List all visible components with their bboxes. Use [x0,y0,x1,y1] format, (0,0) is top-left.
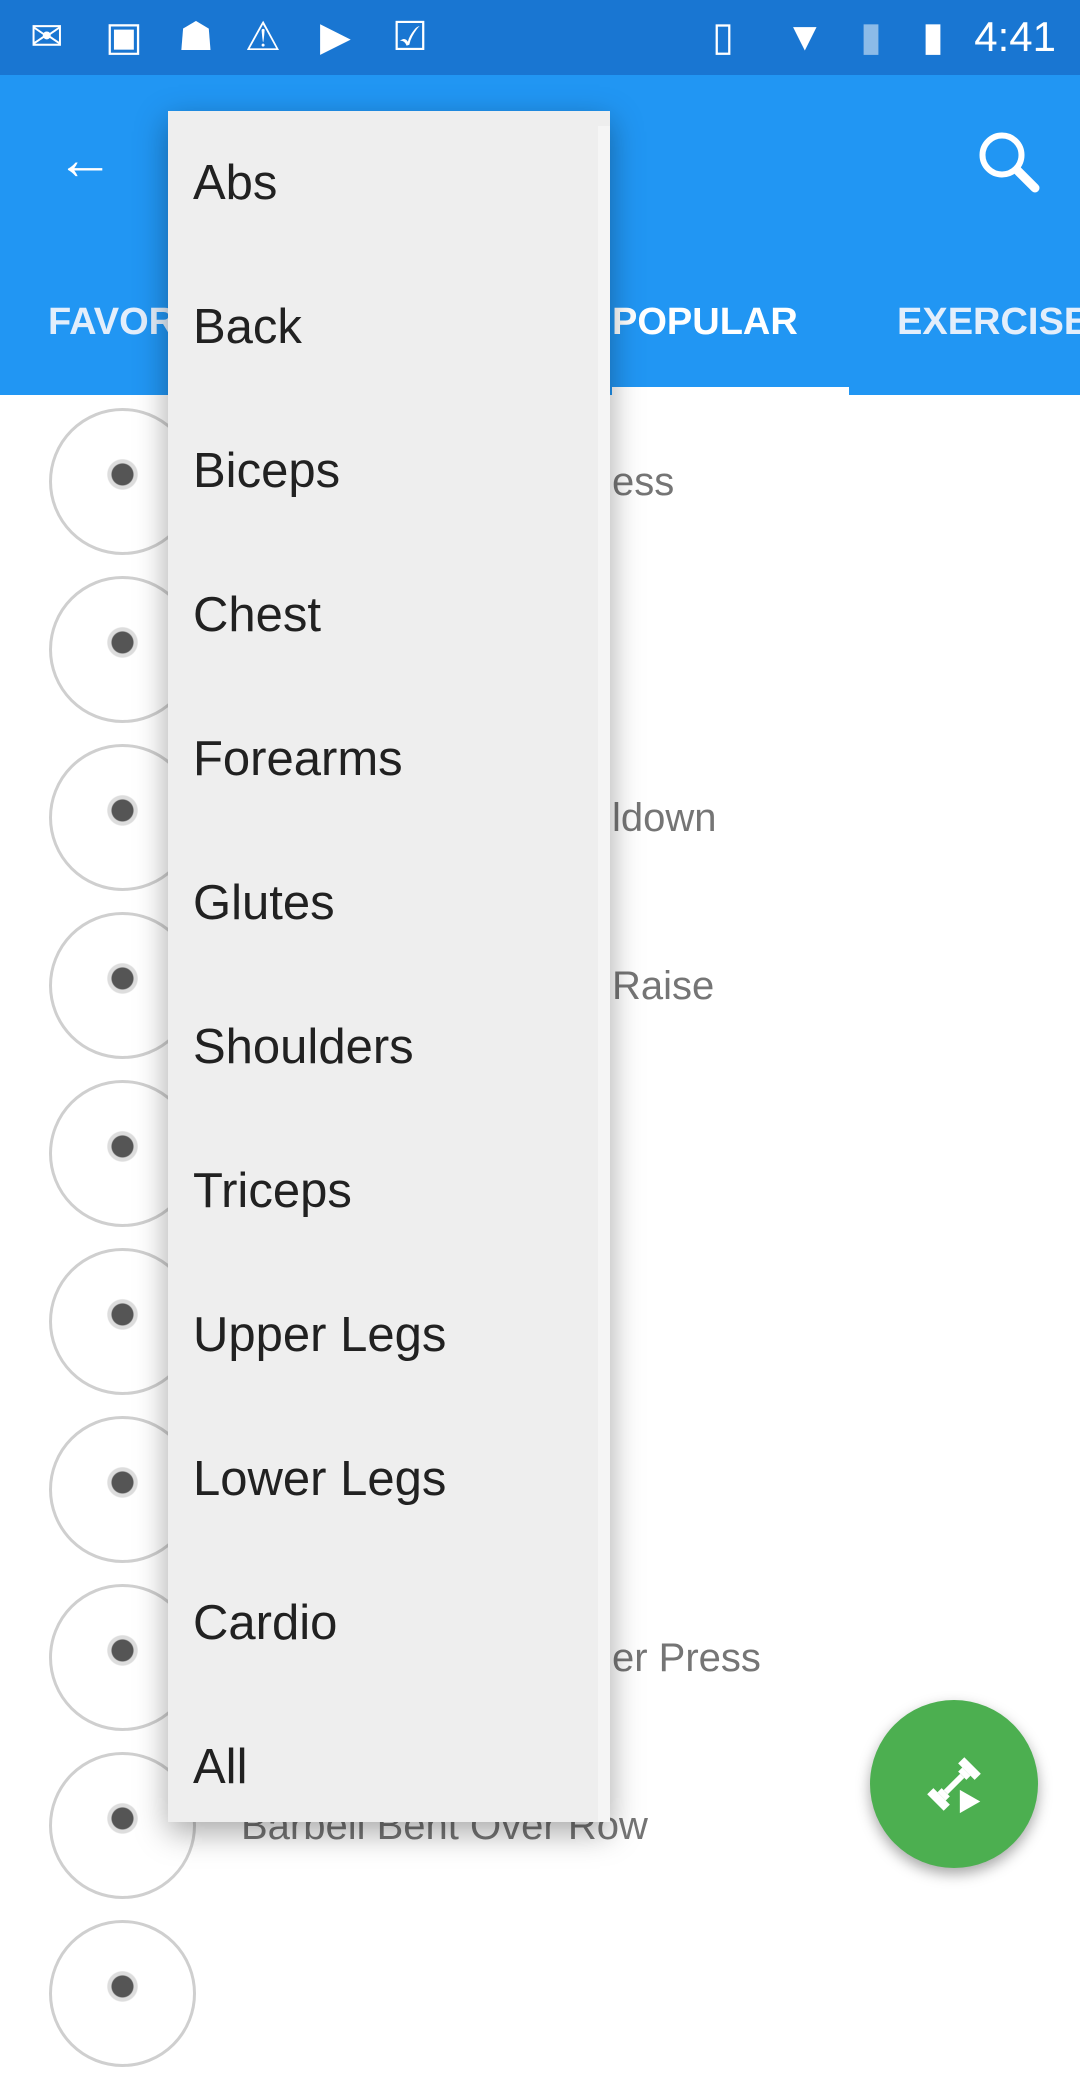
status-bar: ✉ ▣ ☗ ⚠ ▶ ☑ ▯ ▼ ▮ ▮ 4:41 [0,0,1080,75]
exercise-name: Raise [612,964,715,1008]
menu-item-cardio[interactable]: Cardio [168,1551,598,1695]
list-item[interactable] [0,1909,1080,2077]
menu-item-all[interactable]: All [168,1695,598,1839]
tab-indicator [612,387,849,395]
search-icon[interactable] [972,125,1044,197]
clock: 4:41 [974,13,1056,60]
play-store-icon: ▶ [320,15,351,59]
tab-favorites[interactable]: FAVOR [48,300,176,344]
menu-item-glutes[interactable]: Glutes [168,831,598,975]
wifi-icon: ▼ [785,15,825,59]
exercise-name: er Press [612,1636,761,1680]
menu-item-chest[interactable]: Chest [168,543,598,687]
tab-popular[interactable]: POPULAR [612,300,798,344]
image-icon: ▣ [105,15,143,59]
menu-item-triceps[interactable]: Triceps [168,1119,598,1263]
battery-charging-icon: ▮ [922,15,945,59]
menu-item-shoulders[interactable]: Shoulders [168,975,598,1119]
start-workout-fab[interactable] [870,1700,1038,1868]
vibrate-icon: ▯ [712,15,735,59]
dumbbell-play-icon [927,1757,981,1814]
menu-item-biceps[interactable]: Biceps [168,399,598,543]
arrow-left-icon[interactable]: ← [56,130,114,190]
scrollbar[interactable] [598,126,610,1822]
body-part-dropdown-menu: Abs Back Biceps Chest Forearms Glutes Sh… [168,111,610,1822]
menu-item-back[interactable]: Back [168,255,598,399]
no-sim-icon: ▮ [860,15,883,59]
menu-item-lower-legs[interactable]: Lower Legs [168,1407,598,1551]
exercise-name: ldown [612,796,717,840]
android-debug-icon: ☗ [178,15,214,59]
menu-item-upper-legs[interactable]: Upper Legs [168,1263,598,1407]
exercise-name: ess [612,460,675,504]
tab-exercises[interactable]: EXERCISE [897,300,1080,344]
warning-icon: ⚠ [245,15,281,59]
task-icon: ☑ [392,15,428,59]
menu-item-abs[interactable]: Abs [168,111,598,255]
menu-item-forearms[interactable]: Forearms [168,687,598,831]
gmail-icon: ✉ [30,15,64,59]
avatar [49,1920,196,2067]
